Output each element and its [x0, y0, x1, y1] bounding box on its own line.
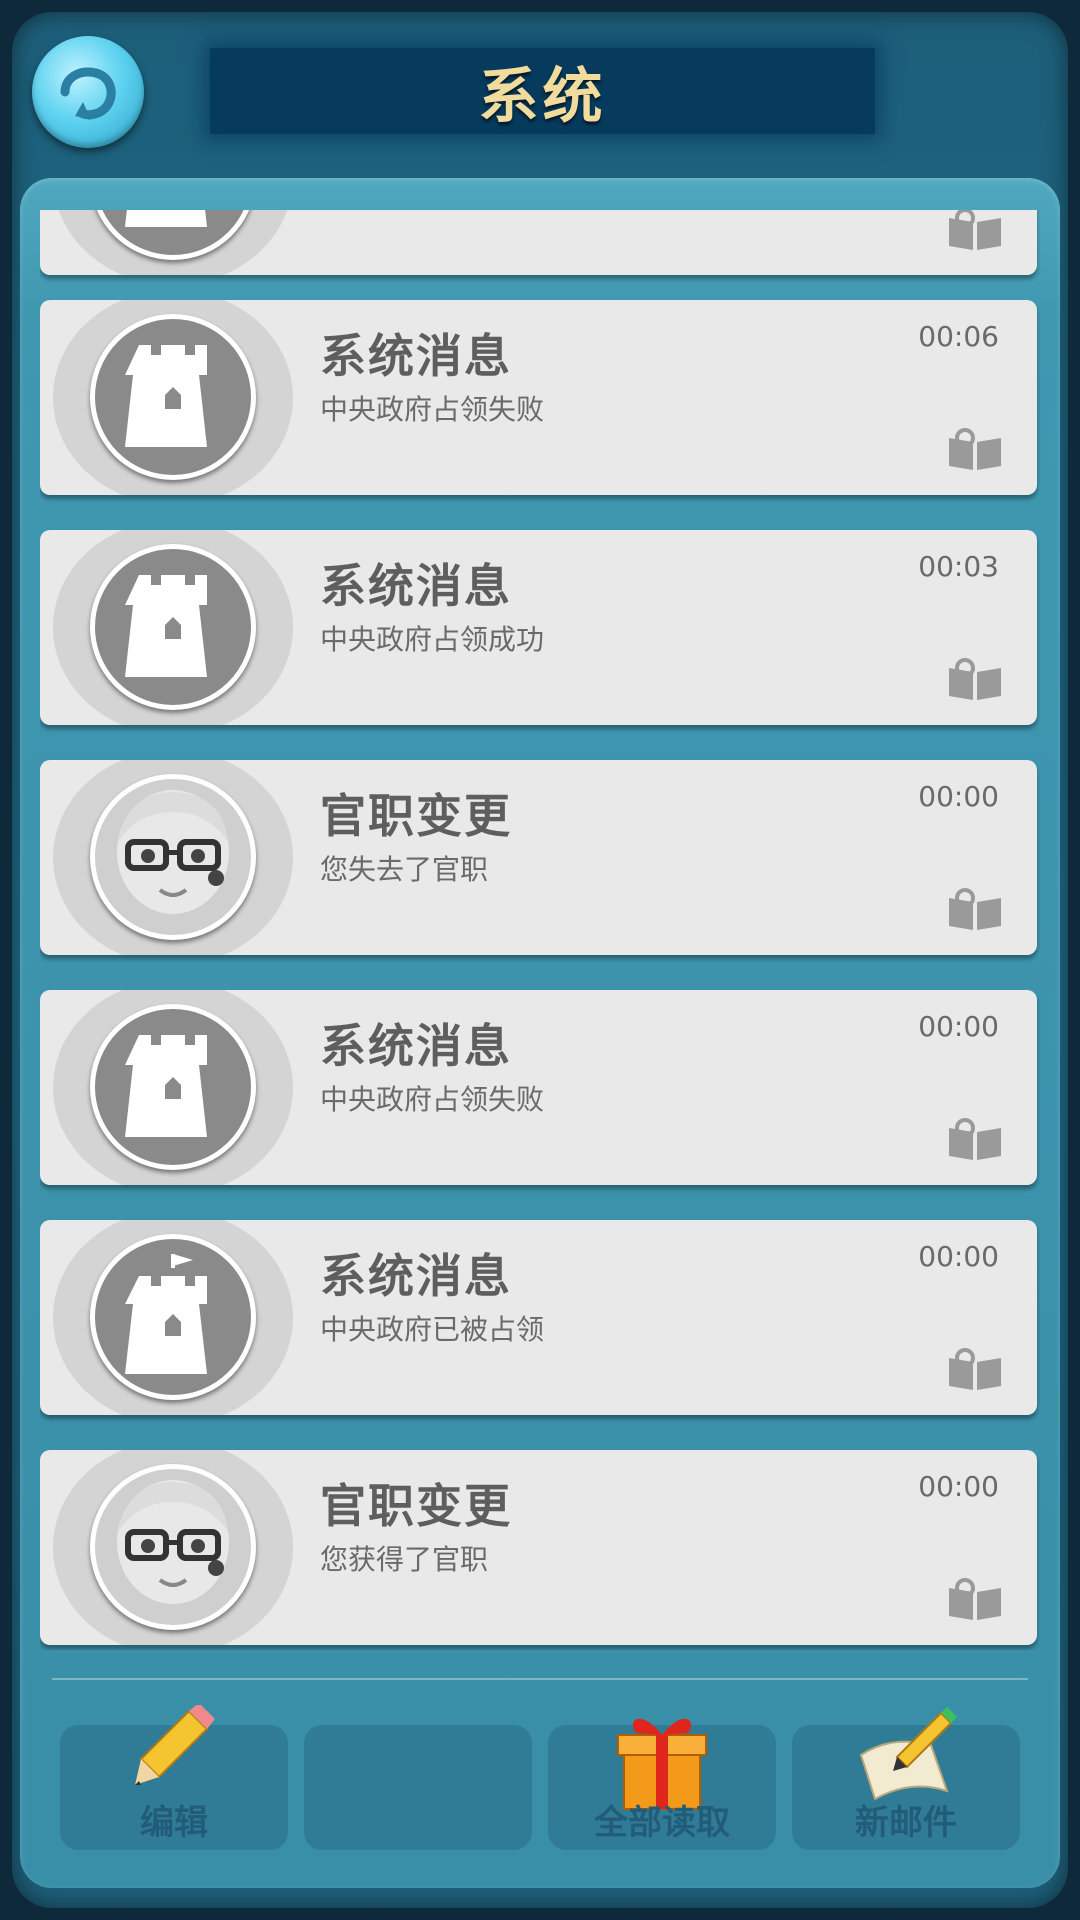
castle-tower-icon: [125, 1035, 207, 1137]
message-card[interactable]: 系统消息 中央政府占领失败 00:06: [40, 300, 1037, 495]
message-subtitle: 您失去了官职: [320, 853, 489, 886]
castle-tower-flag-icon: [125, 1254, 207, 1374]
message-title: 官职变更: [320, 789, 512, 843]
open-book-icon[interactable]: [947, 658, 1003, 702]
advisor-portrait-icon: [117, 1480, 229, 1604]
castle-tower-icon: [125, 345, 207, 447]
avatar: [90, 1464, 256, 1630]
message-time: 00:00: [918, 780, 999, 813]
message-time: 00:00: [918, 1470, 999, 1503]
message-subtitle: 中央政府占领失败: [320, 1083, 545, 1116]
toolbar-divider: [52, 1678, 1028, 1680]
avatar: [90, 314, 256, 480]
title-bar: 系统: [210, 48, 875, 134]
avatar: [90, 544, 256, 710]
open-book-icon[interactable]: [947, 1578, 1003, 1622]
message-subtitle: 中央政府已被占领: [320, 1313, 545, 1346]
page-title: 系统: [478, 61, 607, 132]
avatar: [90, 1234, 256, 1400]
new-mail-button[interactable]: 新邮件: [792, 1707, 1020, 1850]
message-subtitle: 中央政府占领失败: [320, 393, 545, 426]
bottom-toolbar: 编辑 全部读取 新邮件: [60, 1705, 1020, 1850]
message-time: 00:06: [918, 320, 999, 353]
open-book-icon[interactable]: [947, 888, 1003, 932]
edit-label: 编辑: [140, 1803, 208, 1843]
castle-tower-icon: [125, 210, 207, 227]
message-card[interactable]: 官职变更 您失去了官职 00:00: [40, 760, 1037, 955]
message-title: 系统消息: [320, 329, 512, 383]
avatar: [90, 1004, 256, 1170]
open-book-icon[interactable]: [947, 210, 1003, 252]
message-card[interactable]: 系统消息 中央政府占领成功 00:03: [40, 530, 1037, 725]
message-time: 00:00: [918, 1010, 999, 1043]
scroll-quill-icon: [859, 1707, 957, 1801]
read-all-button[interactable]: 全部读取: [548, 1718, 776, 1850]
message-title: 系统消息: [320, 1249, 512, 1303]
message-card[interactable]: 官职变更 您获得了官职 00:00: [40, 1450, 1037, 1645]
message-title: 官职变更: [320, 1479, 512, 1533]
back-arrow-icon: [60, 67, 116, 120]
message-title: 系统消息: [320, 1019, 512, 1073]
message-subtitle: 中央政府占领成功: [320, 623, 545, 656]
message-title: 系统消息: [320, 559, 512, 613]
message-card[interactable]: 系统消息 中央政府占领失败 00:00: [40, 990, 1037, 1185]
read-all-label: 全部读取: [594, 1803, 730, 1843]
edit-button[interactable]: 编辑: [60, 1705, 288, 1850]
castle-tower-icon: [125, 575, 207, 677]
message-subtitle: 您获得了官职: [320, 1543, 489, 1576]
message-time: 00:00: [918, 1240, 999, 1273]
message-card[interactable]: [40, 210, 1037, 275]
message-time: 00:03: [918, 550, 999, 583]
advisor-portrait-icon: [117, 790, 229, 914]
message-list[interactable]: 系统消息 中央政府占领失败 00:06 系统消息 中央政府占领成功 00:03: [40, 210, 1040, 1650]
open-book-icon[interactable]: [947, 428, 1003, 472]
empty-toolbar-slot: [304, 1725, 532, 1850]
new-mail-label: 新邮件: [855, 1803, 957, 1843]
avatar: [90, 774, 256, 940]
pencil-icon: [135, 1705, 215, 1785]
open-book-icon[interactable]: [947, 1118, 1003, 1162]
message-card[interactable]: 系统消息 中央政府已被占领 00:00: [40, 1220, 1037, 1415]
back-button[interactable]: [32, 36, 144, 148]
header: 系统: [0, 0, 1080, 175]
open-book-icon[interactable]: [947, 1348, 1003, 1392]
